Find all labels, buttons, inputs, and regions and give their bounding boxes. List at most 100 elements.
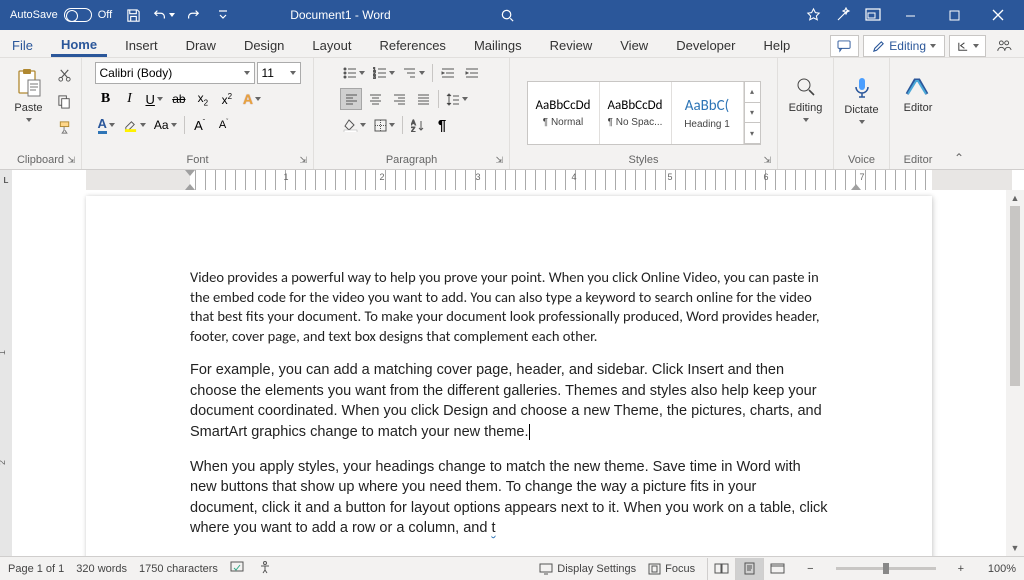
print-layout-button[interactable] [735, 558, 763, 580]
vertical-ruler[interactable]: 1 2 [0, 190, 12, 556]
minimize-button[interactable] [890, 0, 930, 30]
search-button[interactable] [495, 2, 521, 28]
vertical-scrollbar[interactable]: ▲ ▼ [1006, 190, 1024, 556]
tab-insert[interactable]: Insert [115, 34, 168, 57]
subscript-button[interactable]: x2 [192, 88, 214, 110]
shading-button[interactable] [340, 114, 369, 136]
font-launcher[interactable]: ⇲ [299, 155, 307, 166]
change-case-button[interactable]: Aa [151, 114, 180, 136]
share-button[interactable] [949, 35, 986, 57]
font-size-combo[interactable]: 11 [257, 62, 301, 84]
justify-button[interactable] [412, 88, 434, 110]
tab-view[interactable]: View [610, 34, 658, 57]
autosave-toggle[interactable]: AutoSave Off [6, 8, 116, 22]
dictate-button[interactable]: Dictate [839, 70, 885, 130]
read-mode-button[interactable] [707, 558, 735, 580]
horizontal-ruler[interactable]: L 1 2 3 4 5 6 7 [0, 170, 1024, 190]
paragraph-group-label: Paragraph [386, 154, 437, 166]
collab-button[interactable] [990, 35, 1018, 57]
style-normal[interactable]: AaBbCcDd¶ Normal [528, 82, 600, 144]
group-editing: Editing [778, 58, 834, 169]
save-button[interactable] [120, 2, 146, 28]
clipboard-launcher[interactable]: ⇲ [67, 155, 75, 166]
collapse-ribbon-button[interactable]: ⌃ [946, 147, 972, 169]
borders-button[interactable] [371, 114, 398, 136]
zoom-slider[interactable] [836, 567, 936, 570]
decrease-indent-button[interactable] [437, 62, 459, 84]
styles-gallery[interactable]: AaBbCcDd¶ Normal AaBbCcDd¶ No Spac... Aa… [527, 81, 761, 145]
format-painter-button[interactable] [54, 116, 76, 138]
bold-button[interactable]: B [95, 88, 117, 110]
focus-button[interactable]: Focus [648, 563, 695, 575]
show-marks-button[interactable]: ¶ [431, 114, 453, 136]
align-center-button[interactable] [364, 88, 386, 110]
cut-button[interactable] [54, 64, 76, 86]
tab-references[interactable]: References [369, 34, 455, 57]
paragraph-launcher[interactable]: ⇲ [495, 155, 503, 166]
editor-group-label: Editor [894, 152, 942, 169]
redo-button[interactable] [180, 2, 206, 28]
font-name-combo[interactable]: Calibri (Body) [95, 62, 255, 84]
editor-button[interactable]: Editor [895, 70, 941, 120]
styles-launcher[interactable]: ⇲ [763, 155, 771, 166]
line-spacing-button[interactable] [443, 88, 471, 110]
styles-nav[interactable]: ▴▾▾ [744, 82, 760, 144]
maximize-button[interactable] [934, 0, 974, 30]
para-1[interactable]: Video provides a powerful way to help yo… [190, 268, 828, 346]
paste-button[interactable]: Paste [6, 62, 52, 128]
para-2[interactable]: For example, you can add a matching cove… [190, 360, 828, 442]
tab-layout[interactable]: Layout [302, 34, 361, 57]
tab-draw[interactable]: Draw [176, 34, 226, 57]
ribbon-mode-button[interactable] [860, 2, 886, 28]
spellcheck-icon[interactable] [230, 561, 246, 577]
page[interactable]: Video provides a powerful way to help yo… [86, 196, 932, 556]
strikethrough-button[interactable]: ab [168, 88, 190, 110]
style-heading1[interactable]: AaBbC(Heading 1 [672, 82, 744, 144]
comments-button[interactable] [830, 35, 859, 57]
svg-text:A: A [411, 120, 416, 127]
align-left-button[interactable] [340, 88, 362, 110]
numbering-button[interactable]: 123 [370, 62, 398, 84]
style-nospacing[interactable]: AaBbCcDd¶ No Spac... [600, 82, 672, 144]
status-page[interactable]: Page 1 of 1 [8, 563, 64, 575]
tab-design[interactable]: Design [234, 34, 294, 57]
multilevel-button[interactable] [400, 62, 428, 84]
increase-indent-button[interactable] [461, 62, 483, 84]
copy-button[interactable] [54, 90, 76, 112]
display-settings-button[interactable]: Display Settings [539, 563, 636, 575]
underline-button[interactable]: U [143, 88, 166, 110]
shrink-font-button[interactable]: Aˇ [213, 114, 235, 136]
undo-button[interactable] [150, 2, 176, 28]
sort-button[interactable]: AZ [407, 114, 429, 136]
magic-button[interactable] [830, 2, 856, 28]
coming-soon-button[interactable] [800, 2, 826, 28]
group-editor: Editor Editor [890, 58, 946, 169]
align-right-button[interactable] [388, 88, 410, 110]
tab-review[interactable]: Review [540, 34, 603, 57]
tab-developer[interactable]: Developer [666, 34, 745, 57]
tab-mailings[interactable]: Mailings [464, 34, 532, 57]
editing-mode-button[interactable]: Editing [863, 35, 945, 57]
accessibility-icon[interactable] [258, 560, 272, 577]
group-voice: Dictate Voice [834, 58, 890, 169]
find-button[interactable]: Editing [783, 70, 829, 128]
grow-font-button[interactable]: Aˆ [189, 114, 211, 136]
zoom-level[interactable]: 100% [980, 563, 1016, 575]
superscript-button[interactable]: x2 [216, 88, 238, 110]
bullets-button[interactable] [340, 62, 368, 84]
status-words[interactable]: 320 words [76, 563, 127, 575]
tab-file[interactable]: File [2, 34, 43, 57]
font-color-button[interactable]: A [95, 114, 118, 136]
para-3[interactable]: When you apply styles, your headings cha… [190, 457, 828, 539]
italic-button[interactable]: I [119, 88, 141, 110]
status-chars[interactable]: 1750 characters [139, 563, 218, 575]
highlight-button[interactable] [120, 114, 149, 136]
tab-help[interactable]: Help [753, 34, 800, 57]
text-effects-button[interactable]: A [240, 88, 264, 110]
zoom-out-button[interactable]: − [803, 563, 817, 575]
qat-customize-button[interactable] [210, 2, 236, 28]
web-layout-button[interactable] [763, 558, 791, 580]
close-button[interactable] [978, 0, 1018, 30]
tab-home[interactable]: Home [51, 33, 107, 57]
zoom-in-button[interactable]: + [954, 563, 968, 575]
